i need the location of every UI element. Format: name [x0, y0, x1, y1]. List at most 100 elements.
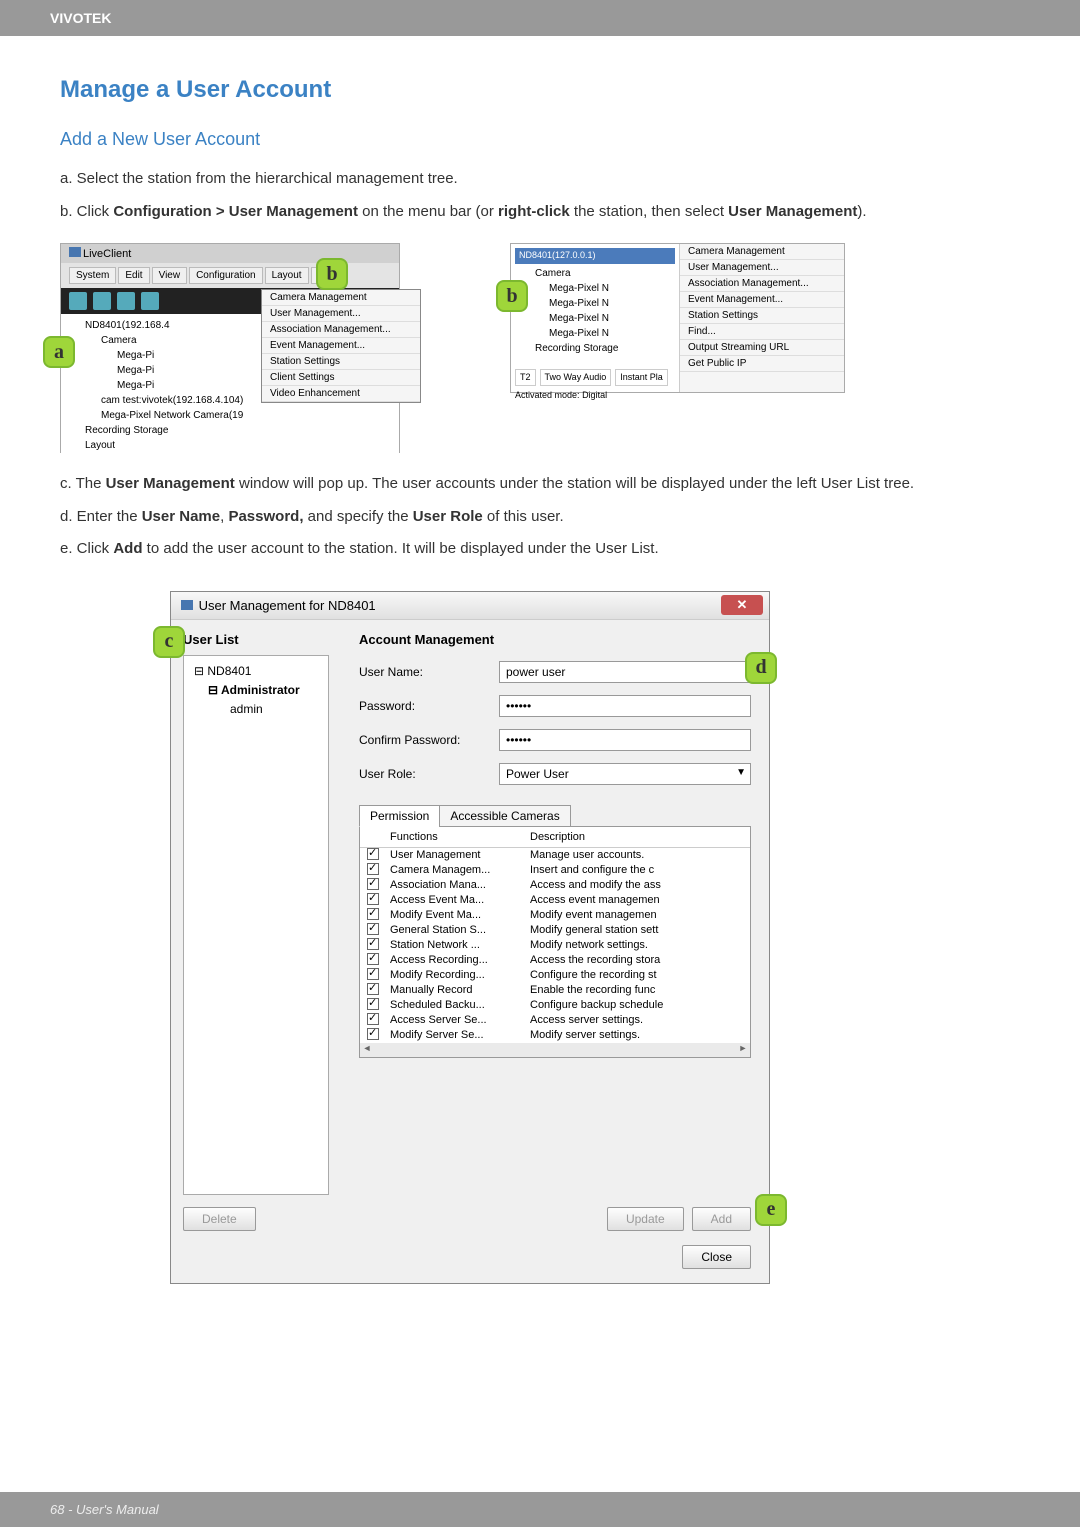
perm-description: Access server settings.: [526, 1013, 750, 1027]
perm-row: Manually RecordEnable the recording func: [360, 983, 750, 998]
perm-function: Association Mana...: [386, 878, 526, 892]
brand-label: VIVOTEK: [50, 10, 111, 26]
perm-row: User ManagementManage user accounts.: [360, 848, 750, 863]
tree-admin-user[interactable]: admin: [190, 700, 322, 719]
perm-row: Modify Recording...Configure the recordi…: [360, 968, 750, 983]
status-t2: T2: [515, 369, 536, 387]
step-c: c. The User Management window will pop u…: [60, 473, 1020, 496]
header-bar: VIVOTEK: [0, 0, 1080, 36]
perm-checkbox[interactable]: [360, 1028, 386, 1043]
cm-station-settings[interactable]: Station Settings: [680, 308, 844, 324]
cm-user-mgmt[interactable]: User Management...: [680, 260, 844, 276]
menu-bar: System Edit View Configuration Layout He…: [61, 263, 399, 288]
cm-camera-mgmt[interactable]: Camera Management: [680, 244, 844, 260]
perm-description: Modify network settings.: [526, 938, 750, 952]
cm-get-ip[interactable]: Get Public IP: [680, 356, 844, 372]
toolbar-icon-2[interactable]: [93, 292, 111, 310]
tree-ext2[interactable]: Mega-Pixel Network Camera(19: [69, 408, 391, 423]
perm-description: Manage user accounts.: [526, 848, 750, 862]
tree-rec[interactable]: Recording Storage: [69, 423, 391, 438]
menu-system[interactable]: System: [69, 267, 116, 284]
dialog-body: User List ⊟ ND8401 ⊟ Administrator admin…: [171, 620, 769, 1207]
screenshots-row: a b LiveClient System Edit View Configur…: [60, 243, 1020, 453]
perm-row: Station Network ...Modify network settin…: [360, 938, 750, 953]
perm-function: Station Network ...: [386, 938, 526, 952]
confirm-input[interactable]: ••••••: [499, 729, 751, 751]
toolbar-icon-1[interactable]: [69, 292, 87, 310]
context-menu: Camera Management User Management... Ass…: [680, 244, 844, 392]
tree-header[interactable]: ND8401(127.0.0.1): [515, 248, 675, 264]
status-instant[interactable]: Instant Pla: [615, 369, 668, 387]
username-input[interactable]: power user: [499, 661, 751, 683]
perm-function: Manually Record: [386, 983, 526, 997]
tree-station[interactable]: ⊟ ND8401: [190, 662, 322, 681]
tree-cam-d[interactable]: Mega-Pixel N: [515, 326, 675, 341]
dd-video-enh[interactable]: Video Enhancement: [262, 386, 420, 402]
dd-assoc-mgmt[interactable]: Association Management...: [262, 322, 420, 338]
cm-assoc-mgmt[interactable]: Association Management...: [680, 276, 844, 292]
add-button[interactable]: Add: [692, 1207, 751, 1231]
user-list-title: User List: [183, 632, 329, 647]
status-twa[interactable]: Two Way Audio: [540, 369, 612, 387]
delete-button[interactable]: Delete: [183, 1207, 256, 1231]
tree-admin-group[interactable]: ⊟ Administrator: [190, 681, 322, 700]
update-button[interactable]: Update: [607, 1207, 684, 1231]
tree-camera[interactable]: Camera: [515, 266, 675, 281]
horizontal-scrollbar[interactable]: ◄ ►: [360, 1043, 750, 1057]
section-title: Add a New User Account: [60, 129, 1020, 150]
tree-cam-b[interactable]: Mega-Pixel N: [515, 296, 675, 311]
scroll-left-icon[interactable]: ◄: [360, 1043, 374, 1057]
close-button[interactable]: Close: [682, 1245, 751, 1269]
tree-rec[interactable]: Recording Storage: [515, 341, 675, 356]
dialog-icon: [181, 600, 193, 610]
dialog-title-bar: User Management for ND8401 ✕: [171, 592, 769, 620]
permissions-table: Functions Description User ManagementMan…: [359, 826, 751, 1058]
password-label: Password:: [359, 699, 499, 713]
tree-cam-c[interactable]: Mega-Pixel N: [515, 311, 675, 326]
page-title: Manage a User Account: [60, 76, 1020, 104]
cm-output-url[interactable]: Output Streaming URL: [680, 340, 844, 356]
perm-description: Access the recording stora: [526, 953, 750, 967]
dd-event-mgmt[interactable]: Event Management...: [262, 338, 420, 354]
scroll-right-icon[interactable]: ►: [736, 1043, 750, 1057]
dd-camera-mgmt[interactable]: Camera Management: [262, 290, 420, 306]
tab-cameras[interactable]: Accessible Cameras: [439, 805, 570, 827]
screenshot-liveclient: a b LiveClient System Edit View Configur…: [60, 243, 400, 453]
tabs: Permission Accessible Cameras: [359, 805, 751, 827]
page-footer: 68 - User's Manual: [0, 1492, 1080, 1527]
dd-user-mgmt[interactable]: User Management...: [262, 306, 420, 322]
step-a: a. Select the station from the hierarchi…: [60, 168, 1020, 191]
perm-description: Insert and configure the c: [526, 863, 750, 877]
window-title: LiveClient: [61, 244, 399, 263]
role-select[interactable]: Power User: [499, 763, 751, 785]
menu-edit[interactable]: Edit: [118, 267, 149, 284]
step-d: d. Enter the User Name, Password, and sp…: [60, 506, 1020, 529]
close-button[interactable]: ✕: [721, 595, 763, 615]
menu-configuration[interactable]: Configuration: [189, 267, 262, 284]
password-input[interactable]: ••••••: [499, 695, 751, 717]
badge-d: d: [745, 652, 777, 684]
dd-station-settings[interactable]: Station Settings: [262, 354, 420, 370]
bottom-button-row: Delete Update Add: [171, 1207, 769, 1245]
toolbar-icon-3[interactable]: [117, 292, 135, 310]
perm-function: Modify Recording...: [386, 968, 526, 982]
tree-cam-a[interactable]: Mega-Pixel N: [515, 281, 675, 296]
cm-event-mgmt[interactable]: Event Management...: [680, 292, 844, 308]
page-content: Manage a User Account Add a New User Acc…: [0, 36, 1080, 1304]
tree-layout[interactable]: Layout: [69, 438, 391, 453]
cm-find[interactable]: Find...: [680, 324, 844, 340]
confirm-label: Confirm Password:: [359, 733, 499, 747]
menu-layout[interactable]: Layout: [265, 267, 309, 284]
dd-client-settings[interactable]: Client Settings: [262, 370, 420, 386]
perm-function: Access Recording...: [386, 953, 526, 967]
perm-description: Modify server settings.: [526, 1028, 750, 1042]
activated-mode: Activated mode: Digital: [515, 389, 607, 403]
badge-c: c: [153, 626, 185, 658]
perm-description: Modify general station sett: [526, 923, 750, 937]
toolbar-icon-4[interactable]: [141, 292, 159, 310]
menu-view[interactable]: View: [152, 267, 188, 284]
col-description: Description: [526, 827, 750, 847]
screenshot-context-menu: b ND8401(127.0.0.1) Camera Mega-Pixel N …: [510, 243, 845, 393]
tab-permission[interactable]: Permission: [359, 805, 440, 827]
badge-e: e: [755, 1194, 787, 1226]
